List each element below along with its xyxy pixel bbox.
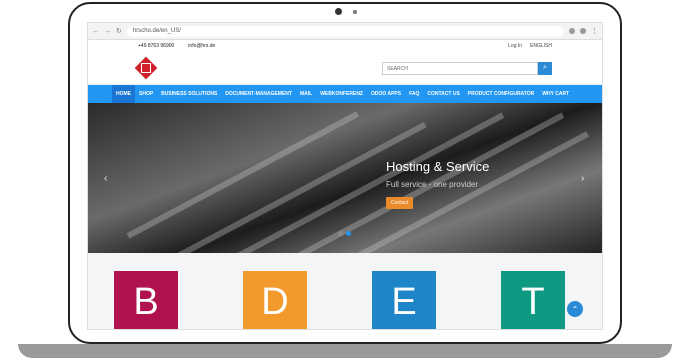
tile-letter: T	[521, 280, 545, 323]
tile-e[interactable]: E	[372, 271, 436, 329]
carousel-dot[interactable]	[338, 231, 343, 236]
tile-letter: E	[391, 280, 417, 323]
search-form: SEARCH ⌕	[382, 61, 552, 75]
site-logo[interactable]	[134, 56, 158, 80]
carousel-dot-active[interactable]	[346, 231, 351, 236]
language-select[interactable]: ENGLISH	[530, 43, 552, 49]
carousel-indicators	[338, 231, 351, 236]
nav-item-contact-us[interactable]: CONTACT US	[423, 85, 463, 103]
nav-item-faq[interactable]: FAQ	[405, 85, 423, 103]
contact-bar: +49 8763 96900 info@hrs.de Log In ENGLIS…	[88, 40, 602, 52]
search-button[interactable]: ⌕	[538, 61, 552, 75]
carousel-prev-icon[interactable]: ‹	[104, 173, 107, 184]
nav-item-document-management[interactable]: DOCUMENT-MANAGEMENT	[221, 85, 296, 103]
extension-icon[interactable]	[569, 28, 575, 34]
nav-item-mail[interactable]: MAIL	[296, 85, 316, 103]
hero-title: Hosting & Service	[386, 159, 490, 174]
email-text[interactable]: info@hrs.de	[188, 43, 215, 49]
nav-item-shop[interactable]: SHOP	[135, 85, 157, 103]
scroll-to-top-button[interactable]: ⌃	[567, 301, 583, 317]
nav-item-webkonferenz[interactable]: WEBKONFERENZ	[316, 85, 367, 103]
search-icon: ⌕	[543, 64, 547, 71]
tile-letter: D	[261, 280, 289, 323]
feature-tiles: B D E T ⌃	[88, 253, 602, 329]
nav-item-why-cart[interactable]: WHY CART	[538, 85, 573, 103]
login-link[interactable]: Log In	[508, 43, 522, 49]
laptop-base	[18, 344, 672, 358]
carousel-next-icon[interactable]: ›	[581, 173, 584, 184]
hero-subtitle: Full service - one provider	[386, 180, 479, 189]
main-nav: HOME SHOP BUSINESS SOLUTIONS DOCUMENT-MA…	[88, 85, 602, 103]
header: SEARCH ⌕	[88, 52, 602, 85]
phone-text[interactable]: +49 8763 96900	[138, 43, 174, 49]
contact-button[interactable]: Contact	[386, 197, 414, 209]
profile-icon[interactable]	[580, 28, 586, 34]
menu-icon[interactable]: ⋮	[591, 27, 598, 35]
tile-letter: B	[133, 280, 159, 323]
tile-d[interactable]: D	[243, 271, 307, 329]
url-text: hrscho.de/en_US/	[132, 28, 181, 34]
forward-icon[interactable]: →	[104, 28, 111, 35]
back-icon[interactable]: ←	[92, 28, 99, 35]
camera-light	[353, 10, 357, 14]
nav-item-odoo-apps[interactable]: ODOO APPS	[367, 85, 405, 103]
screen: ← → ↻ hrscho.de/en_US/ ⋮ +49 8763 96900 …	[87, 22, 603, 330]
webcam	[335, 8, 342, 15]
search-input[interactable]: SEARCH	[382, 61, 538, 75]
laptop-mockup: ← → ↻ hrscho.de/en_US/ ⋮ +49 8763 96900 …	[0, 0, 690, 360]
browser-toolbar: ← → ↻ hrscho.de/en_US/ ⋮	[88, 23, 602, 40]
nav-item-home[interactable]: HOME	[112, 85, 135, 103]
address-bar[interactable]: hrscho.de/en_US/	[126, 25, 564, 37]
chevron-up-icon: ⌃	[571, 304, 579, 314]
hero-carousel: ‹ › Hosting & Service Full service - one…	[88, 103, 602, 253]
nav-item-business-solutions[interactable]: BUSINESS SOLUTIONS	[157, 85, 221, 103]
nav-item-product-configurator[interactable]: PRODUCT CONFIGURATOR	[464, 85, 538, 103]
reload-icon[interactable]: ↻	[116, 27, 122, 35]
tile-b[interactable]: B	[114, 271, 178, 329]
tile-t[interactable]: T	[501, 271, 565, 329]
